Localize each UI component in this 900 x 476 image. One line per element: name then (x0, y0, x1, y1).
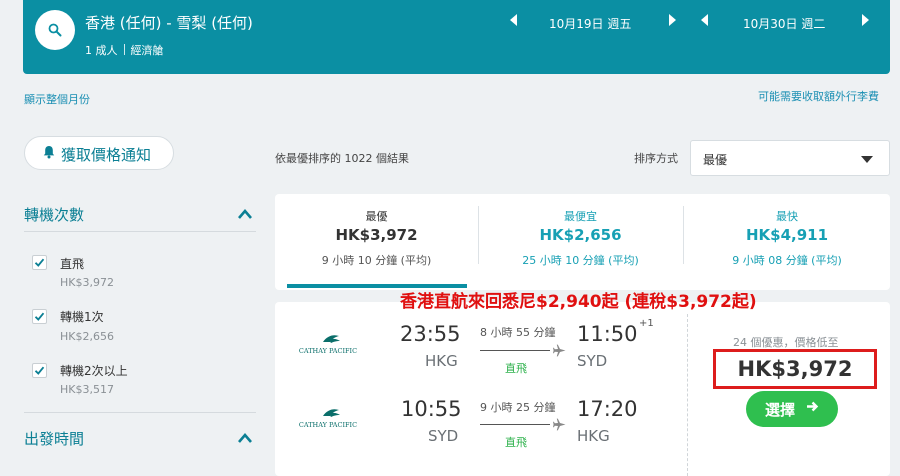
extra-baggage-fee-link[interactable]: 可能需要收取額外行李費 (758, 88, 879, 104)
outbound-stops: 直飛 (505, 362, 527, 375)
checkmark-icon (34, 258, 45, 267)
return-next-day-button[interactable] (861, 13, 870, 31)
sort-label: 排序方式 (634, 152, 678, 165)
select-button-label: 選擇 (765, 401, 796, 419)
cabin-label: 經濟艙 (130, 44, 164, 57)
airline-name: CATHAY PACIFIC (299, 347, 357, 355)
tab-price: HK$2,656 (539, 226, 622, 244)
stop-option-label[interactable]: 轉機2次以上 (60, 362, 128, 379)
route-label[interactable]: 香港 (任何) - 雪梨 (任何) (85, 12, 253, 33)
chevron-right-icon (862, 14, 869, 26)
caret-down-icon (861, 156, 873, 163)
outbound-depart-time: 23:55 (400, 322, 461, 346)
inbound-depart-airport: SYD (428, 427, 459, 445)
passenger-cabin-summary[interactable]: 1 成人 經濟艙 (85, 42, 164, 58)
select-flight-button[interactable]: 選擇 (746, 391, 838, 427)
stop-option-price: HK$3,972 (60, 276, 114, 289)
tab-label: 最便宜 (564, 210, 597, 223)
tab-best[interactable]: 最優 HK$3,972 9 小時 10 分鐘 (平均) (275, 194, 478, 290)
departure-time-filter-title[interactable]: 出發時間 (24, 428, 84, 449)
show-whole-month-link[interactable]: 顯示整個月份 (24, 91, 90, 107)
tab-price: HK$4,911 (745, 226, 829, 244)
return-date[interactable]: 10月30日 週二 (743, 15, 825, 32)
inbound-arrive-time: 17:20 (577, 397, 638, 421)
stop-direct-checkbox[interactable] (32, 255, 47, 270)
sort-tabs: 最優 HK$3,972 9 小時 10 分鐘 (平均) 最便宜 HK$2,656… (275, 194, 890, 290)
depart-next-day-button[interactable] (668, 13, 677, 31)
chevron-right-icon (669, 14, 676, 26)
stop-option-price: HK$3,517 (60, 383, 114, 396)
sort-select[interactable]: 最優 (690, 140, 890, 176)
checkmark-icon (34, 366, 45, 375)
tab-duration: 25 小時 10 分鐘 (平均) (522, 254, 639, 267)
chevron-up-icon[interactable] (237, 432, 253, 444)
divider (123, 44, 125, 55)
passengers-label: 1 成人 (85, 44, 118, 57)
stop-option-price: HK$2,656 (60, 330, 114, 343)
price-alert-button[interactable]: 獲取價格通知 (24, 136, 174, 170)
cathay-pacific-logo: CATHAY PACIFIC (299, 335, 357, 355)
stop-option-label[interactable]: 轉機1次 (60, 308, 104, 325)
chevron-left-icon (510, 14, 517, 26)
inbound-stops: 直飛 (505, 436, 527, 449)
depart-prev-day-button[interactable] (509, 13, 518, 31)
tab-fastest[interactable]: 最快 HK$4,911 9 小時 08 分鐘 (平均) (684, 194, 890, 290)
highlighted-price: HK$3,972 (713, 349, 877, 389)
return-prev-day-button[interactable] (700, 13, 709, 31)
sort-select-value: 最優 (703, 153, 728, 167)
stop-option-label[interactable]: 直飛 (60, 255, 84, 272)
search-icon (48, 23, 62, 37)
tab-cheapest[interactable]: 最便宜 HK$2,656 25 小時 10 分鐘 (平均) (479, 194, 682, 290)
cathay-pacific-logo: CATHAY PACIFIC (299, 409, 357, 429)
search-button[interactable] (35, 10, 75, 50)
arrow-right-icon (807, 401, 819, 412)
outbound-arrive-airport: SYD (577, 352, 608, 370)
tab-label: 最優 (365, 210, 388, 223)
inbound-depart-time: 10:55 (401, 397, 462, 421)
day-offset-badge: +1 (639, 318, 654, 329)
flight-price: HK$3,972 (737, 357, 853, 381)
bell-icon (43, 146, 55, 159)
chevron-up-icon[interactable] (237, 208, 253, 220)
inbound-arrive-airport: HKG (577, 427, 610, 445)
chevron-left-icon (701, 14, 708, 26)
route-line (480, 424, 550, 425)
depart-date[interactable]: 10月19日 週五 (549, 15, 631, 32)
outbound-depart-airport: HKG (425, 352, 458, 370)
flight-result-card[interactable]: CATHAY PACIFIC 23:55 HKG 8 小時 55 分鐘 直飛 1… (275, 302, 890, 476)
deals-count: 24 個優惠，價格低至 (733, 336, 839, 349)
checkmark-icon (34, 312, 45, 321)
results-count: 依最優排序的 1022 個結果 (275, 152, 409, 165)
stop-one-checkbox[interactable] (32, 309, 47, 324)
inbound-duration: 9 小時 25 分鐘 (480, 401, 556, 414)
route-line (480, 350, 550, 351)
airplane-icon (553, 418, 566, 431)
divider (687, 314, 688, 476)
tab-duration: 9 小時 10 分鐘 (平均) (321, 254, 432, 267)
search-summary-bar: 香港 (任何) - 雪梨 (任何) 1 成人 經濟艙 10月19日 週五 10月3… (23, 0, 890, 74)
tab-duration: 9 小時 08 分鐘 (平均) (732, 254, 842, 267)
tab-price: HK$3,972 (335, 226, 418, 244)
promo-annotation: 香港直航來回悉尼$2,940起 (連稅$3,972起) (400, 292, 757, 312)
stops-filter-title[interactable]: 轉機次數 (24, 204, 84, 225)
divider (24, 231, 256, 232)
airplane-icon (553, 344, 566, 357)
divider (24, 412, 256, 413)
stop-two-plus-checkbox[interactable] (32, 363, 47, 378)
outbound-duration: 8 小時 55 分鐘 (480, 326, 556, 339)
outbound-arrive-time: 11:50 (577, 322, 638, 346)
airline-name: CATHAY PACIFIC (299, 421, 357, 429)
tab-label: 最快 (776, 210, 798, 223)
price-alert-label: 獲取價格通知 (61, 146, 152, 164)
